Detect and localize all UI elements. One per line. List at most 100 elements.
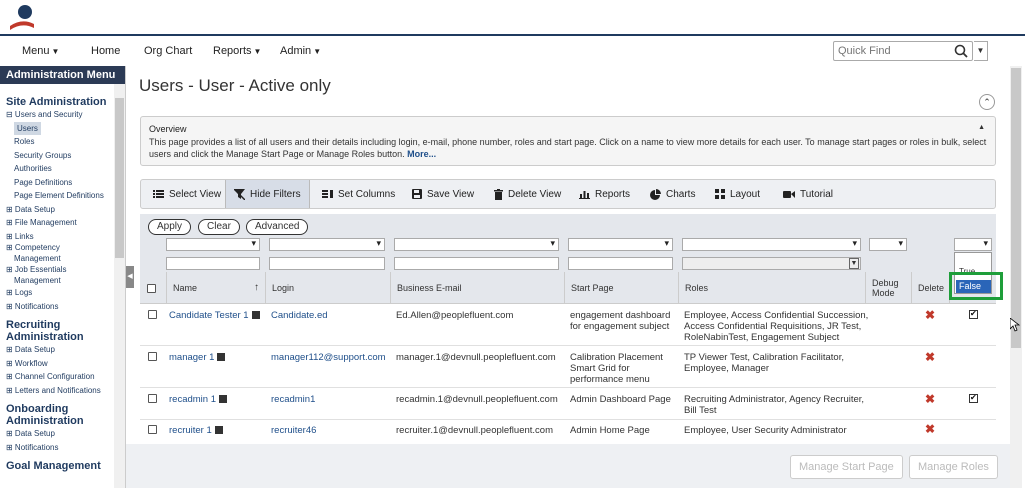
- delete-view-button[interactable]: Delete View: [486, 180, 569, 208]
- sidebar-item-job-essentials[interactable]: ⊞ Job Essentials: [0, 264, 125, 275]
- delete-icon[interactable]: ✖: [925, 423, 935, 435]
- sidebar-item-links[interactable]: ⊞ Links: [0, 230, 125, 244]
- user-name-link[interactable]: manager 1: [169, 352, 214, 363]
- row-checkbox[interactable]: [148, 394, 157, 403]
- details-icon[interactable]: [251, 311, 260, 320]
- sidebar-item-competency-management[interactable]: Management: [0, 253, 125, 264]
- save-view-button[interactable]: Save View: [404, 180, 482, 208]
- sidebar-item-roles[interactable]: Roles: [0, 135, 125, 149]
- sidebar-item-notifications[interactable]: ⊞ Notifications: [0, 300, 125, 314]
- main-scroll-thumb[interactable]: [1011, 68, 1021, 348]
- column-header-name[interactable]: Name ↑: [166, 272, 265, 304]
- row-checkbox[interactable]: [148, 425, 157, 434]
- sidebar-item-page-element-definitions[interactable]: Page Element Definitions: [0, 189, 125, 203]
- company-logo[interactable]: [8, 4, 36, 32]
- name-filter-input[interactable]: [166, 257, 260, 270]
- sidebar-item-rec-data-setup[interactable]: ⊞ Data Setup: [0, 343, 125, 357]
- column-header-email[interactable]: Business E-mail: [390, 272, 564, 304]
- sidebar-item-rec-letters[interactable]: ⊞ Letters and Notifications: [0, 384, 125, 398]
- chevron-down-icon[interactable]: ▼: [849, 258, 859, 269]
- sidebar-section-recruiting[interactable]: Recruiting: [0, 319, 125, 331]
- search-icon[interactable]: [954, 44, 968, 58]
- row-checkbox[interactable]: [148, 310, 157, 319]
- manage-start-page-button[interactable]: Manage Start Page: [790, 455, 903, 479]
- sidebar-section-site-admin[interactable]: Site Administration: [0, 96, 125, 108]
- sidebar-item-job-essentials-management[interactable]: Management: [0, 275, 125, 286]
- start-page-filter-input[interactable]: [568, 257, 673, 270]
- sidebar-collapse-handle[interactable]: ◀: [126, 266, 134, 288]
- sidebar-scroll-thumb[interactable]: [115, 98, 124, 258]
- charts-button[interactable]: Charts: [642, 180, 703, 208]
- sidebar-section-goal-management[interactable]: Goal Management: [0, 460, 125, 472]
- nav-admin[interactable]: Admin ▼: [280, 45, 321, 57]
- login-link[interactable]: manager112@support.com: [271, 352, 386, 363]
- manage-roles-button[interactable]: Manage Roles: [909, 455, 998, 479]
- sidebar-item-rec-channel[interactable]: ⊞ Channel Configuration: [0, 370, 125, 384]
- select-view-button[interactable]: Select View: [145, 180, 229, 208]
- reports-button[interactable]: Reports: [571, 180, 638, 208]
- sidebar-item-onb-notifications[interactable]: ⊞ Notifications: [0, 441, 125, 455]
- roles-filter-input[interactable]: ▼: [682, 257, 861, 270]
- advanced-filter-button[interactable]: Advanced: [246, 219, 309, 235]
- sidebar-item-users-security[interactable]: ⊟ Users and Security: [0, 108, 125, 122]
- sidebar-item-data-setup[interactable]: ⊞ Data Setup: [0, 203, 125, 217]
- sidebar-item-page-definitions[interactable]: Page Definitions: [0, 176, 125, 190]
- details-icon[interactable]: [217, 353, 226, 362]
- sidebar-item-users[interactable]: Users: [14, 121, 41, 135]
- delete-icon[interactable]: ✖: [925, 393, 935, 405]
- sidebar-item-competency[interactable]: ⊞ Competency: [0, 243, 125, 253]
- layout-button[interactable]: Layout: [707, 180, 768, 208]
- select-all-checkbox[interactable]: [147, 283, 156, 293]
- row-checked-checkbox[interactable]: [969, 393, 978, 403]
- quick-find-input[interactable]: [834, 42, 944, 60]
- login-filter-input[interactable]: [269, 257, 385, 270]
- column-header-start-page[interactable]: Start Page: [564, 272, 678, 304]
- set-columns-button[interactable]: Set Columns: [314, 180, 403, 208]
- details-icon[interactable]: [219, 395, 227, 404]
- column-header-login[interactable]: Login: [265, 272, 390, 304]
- sidebar-section-onboarding[interactable]: Onboarding: [0, 403, 125, 415]
- login-link[interactable]: recadmin1: [271, 394, 315, 405]
- sidebar-section-recruiting-admin[interactable]: Administration: [0, 331, 125, 343]
- checkbox-filter-operator[interactable]: [954, 238, 992, 251]
- start-page-filter-operator[interactable]: [568, 238, 673, 251]
- clear-filter-button[interactable]: Clear: [198, 219, 240, 235]
- hide-filters-button[interactable]: Hide Filters: [225, 180, 310, 208]
- details-icon[interactable]: [214, 426, 223, 435]
- overview-more-link[interactable]: More...: [407, 149, 436, 159]
- nav-reports[interactable]: Reports ▼: [213, 45, 261, 57]
- delete-icon[interactable]: ✖: [925, 309, 935, 321]
- email-filter-input[interactable]: [394, 257, 559, 270]
- sidebar-item-rec-workflow[interactable]: ⊞ Workflow: [0, 357, 125, 371]
- email-filter-operator[interactable]: [394, 238, 559, 251]
- user-name-link[interactable]: Candidate Tester 1: [169, 310, 249, 321]
- collapse-header-button[interactable]: ⌃: [979, 94, 995, 110]
- sidebar-item-authorities[interactable]: Authorities: [0, 162, 125, 176]
- login-filter-operator[interactable]: [269, 238, 385, 251]
- row-checked-checkbox[interactable]: [969, 309, 978, 319]
- login-link[interactable]: Candidate.ed: [271, 310, 328, 321]
- column-header-debug-mode[interactable]: Debug Mode: [865, 272, 911, 304]
- column-header-roles[interactable]: Roles: [678, 272, 865, 304]
- overview-collapse-icon[interactable]: ▲: [978, 124, 985, 131]
- nav-menu[interactable]: Menu ▼: [22, 45, 59, 57]
- row-checkbox[interactable]: [148, 352, 157, 361]
- delete-icon[interactable]: ✖: [925, 351, 935, 363]
- sidebar-item-logs[interactable]: ⊞ Logs: [0, 286, 125, 300]
- login-link[interactable]: recruiter46: [271, 425, 316, 436]
- sidebar-item-onb-data-setup[interactable]: ⊞ Data Setup: [0, 427, 125, 441]
- quick-find-dropdown[interactable]: ▼: [974, 41, 988, 61]
- apply-filter-button[interactable]: Apply: [148, 219, 192, 235]
- nav-home[interactable]: Home: [91, 45, 120, 57]
- nav-org-chart[interactable]: Org Chart: [144, 45, 192, 57]
- roles-filter-operator[interactable]: [682, 238, 861, 251]
- user-name-link[interactable]: recruiter 1: [169, 425, 212, 436]
- column-header-delete[interactable]: Delete: [911, 272, 949, 304]
- user-name-link[interactable]: recadmin 1: [169, 394, 216, 405]
- sort-ascending-icon[interactable]: ↑: [254, 282, 259, 293]
- sidebar-item-file-management[interactable]: ⊞ File Management: [0, 216, 125, 230]
- name-filter-operator[interactable]: [166, 238, 260, 251]
- debug-mode-filter-operator[interactable]: [869, 238, 907, 251]
- tutorial-button[interactable]: Tutorial: [775, 180, 841, 208]
- sidebar-item-security-groups[interactable]: Security Groups: [0, 149, 125, 163]
